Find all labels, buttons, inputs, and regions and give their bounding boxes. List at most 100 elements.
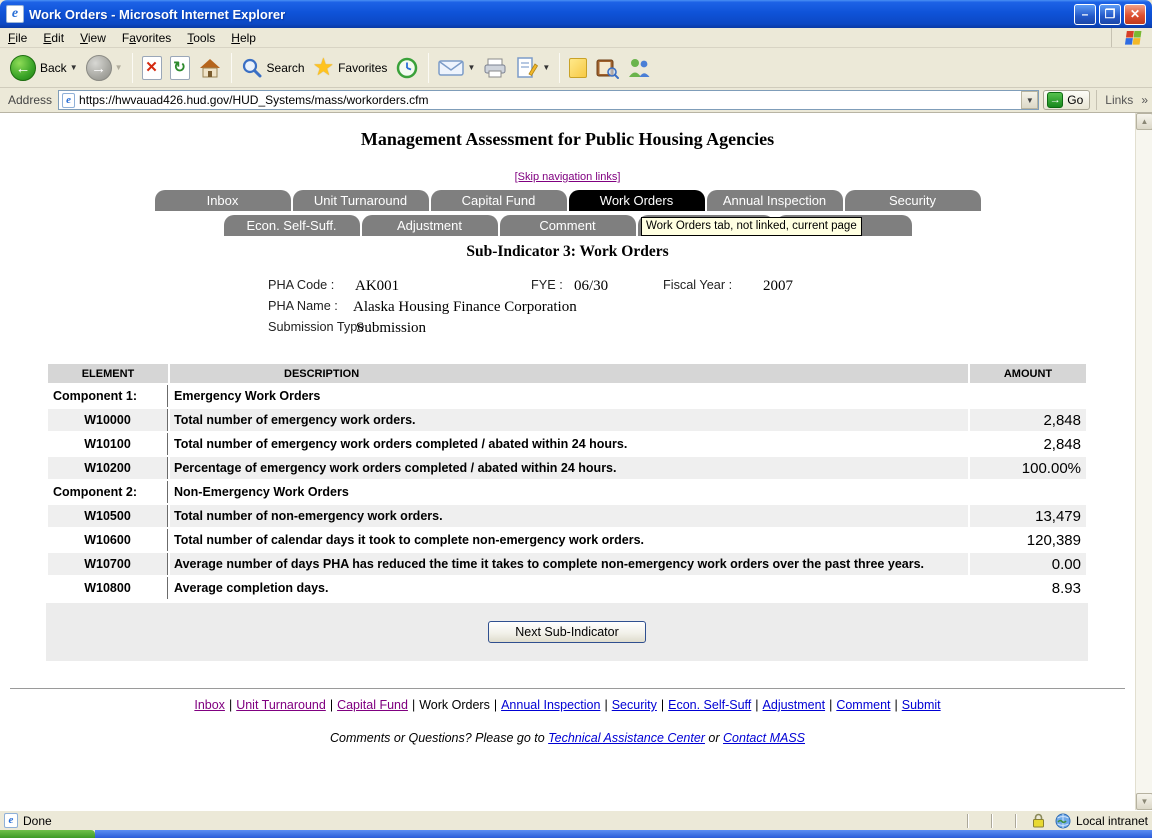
cell-element: W10200 xyxy=(48,457,168,479)
favorites-button[interactable]: ★ Favorites xyxy=(309,54,392,82)
print-icon xyxy=(483,57,507,79)
pha-code-value: AK001 xyxy=(355,278,399,295)
notes-button[interactable] xyxy=(565,56,591,80)
close-button[interactable]: ✕ xyxy=(1124,4,1146,25)
skip-navigation-link[interactable]: [Skip navigation links] xyxy=(515,171,621,183)
minimize-button[interactable]: – xyxy=(1074,4,1096,25)
tab-annual-inspection[interactable]: Annual Inspection xyxy=(707,190,843,211)
footer-link-unit-turnaround[interactable]: Unit Turnaround xyxy=(236,698,326,712)
research-button[interactable] xyxy=(591,55,623,81)
tab-work-orders[interactable]: Work Orders xyxy=(569,190,705,211)
menu-tools[interactable]: Tools xyxy=(179,29,223,47)
status-page-icon: e xyxy=(4,813,18,828)
links-chevron-icon[interactable]: » xyxy=(1141,93,1148,107)
tab-tooltip: Work Orders tab, not linked, current pag… xyxy=(641,217,862,236)
start-button-edge[interactable] xyxy=(0,830,95,838)
menu-view[interactable]: View xyxy=(72,29,114,47)
refresh-button[interactable]: ↻ xyxy=(166,54,194,82)
messenger-button[interactable] xyxy=(623,55,655,81)
footer-link-separator: | xyxy=(229,698,232,712)
footer-link-inbox[interactable]: Inbox xyxy=(194,698,225,712)
menu-favorites[interactable]: Favorites xyxy=(114,29,179,47)
scroll-up-icon[interactable]: ▲ xyxy=(1136,113,1152,130)
table-row: W10600Total number of calendar days it t… xyxy=(48,529,1086,551)
tab-inbox[interactable]: Inbox xyxy=(155,190,291,211)
browser-viewport: Management Assessment for Public Housing… xyxy=(0,113,1152,810)
vertical-scrollbar[interactable]: ▲ ▼ xyxy=(1135,113,1152,810)
cell-amount: 100.00% xyxy=(970,457,1086,479)
cell-description: Average number of days PHA has reduced t… xyxy=(170,553,968,575)
pha-code-label: PHA Code : xyxy=(268,278,334,292)
print-button[interactable] xyxy=(479,55,511,81)
address-url[interactable]: https://hwvauad426.hud.gov/HUD_Systems/m… xyxy=(79,93,1021,107)
windows-logo-icon xyxy=(1124,30,1142,46)
footer-link-capital-fund[interactable]: Capital Fund xyxy=(337,698,408,712)
tab-capital-fund[interactable]: Capital Fund xyxy=(431,190,567,211)
footer-link-security[interactable]: Security xyxy=(612,698,657,712)
history-button[interactable] xyxy=(391,54,423,82)
go-button[interactable]: → Go xyxy=(1043,90,1090,110)
cell-amount: 13,479 xyxy=(970,505,1086,527)
footer-link-separator: | xyxy=(494,698,497,712)
address-bar: Address e https://hwvauad426.hud.gov/HUD… xyxy=(0,88,1152,113)
cell-amount xyxy=(970,481,1086,503)
menu-file[interactable]: File xyxy=(0,29,35,47)
cell-amount: 8.93 xyxy=(970,577,1086,599)
forward-dropdown-icon[interactable]: ▼ xyxy=(115,63,123,72)
home-icon xyxy=(198,56,222,80)
tab-unit-turnaround[interactable]: Unit Turnaround xyxy=(293,190,429,211)
home-button[interactable] xyxy=(194,54,226,82)
sub-indicator-heading: Sub-Indicator 3: Work Orders xyxy=(0,243,1135,261)
cell-description: Non-Emergency Work Orders xyxy=(170,481,968,503)
local-intranet-icon xyxy=(1055,813,1071,829)
stop-icon: ✕ xyxy=(142,56,162,80)
search-button[interactable]: Search xyxy=(237,55,309,81)
footer-link-adjustment[interactable]: Adjustment xyxy=(763,698,826,712)
column-header-amount: AMOUNT xyxy=(970,364,1086,383)
table-footer-area: Next Sub-Indicator xyxy=(46,603,1088,661)
toolbar-separator xyxy=(132,53,133,83)
address-input[interactable]: e https://hwvauad426.hud.gov/HUD_Systems… xyxy=(58,90,1039,110)
address-label: Address xyxy=(8,93,52,107)
cell-element: Component 1: xyxy=(48,385,168,407)
cell-description: Average completion days. xyxy=(170,577,968,599)
links-toolbar[interactable]: Links » xyxy=(1096,90,1148,110)
mail-dropdown-icon[interactable]: ▼ xyxy=(467,63,475,72)
back-button[interactable]: ← Back ▼ xyxy=(6,53,82,83)
comments-line: Comments or Questions? Please go to Tech… xyxy=(0,731,1135,745)
stop-button[interactable]: ✕ xyxy=(138,54,166,82)
edit-dropdown-icon[interactable]: ▼ xyxy=(542,63,550,72)
tab-adjustment[interactable]: Adjustment xyxy=(362,215,498,236)
contact-mass-link[interactable]: Contact MASS xyxy=(723,731,805,745)
forward-button[interactable]: → ▼ xyxy=(82,53,127,83)
edit-button[interactable]: ▼ xyxy=(511,54,554,82)
next-sub-indicator-button[interactable]: Next Sub-Indicator xyxy=(488,621,646,643)
favorites-label: Favorites xyxy=(338,61,387,75)
cell-description: Total number of non-emergency work order… xyxy=(170,505,968,527)
toolbar-separator xyxy=(559,53,560,83)
tab-econ-self-suff[interactable]: Econ. Self-Suff. xyxy=(224,215,360,236)
footer-link-comment[interactable]: Comment xyxy=(836,698,890,712)
mail-button[interactable]: ▼ xyxy=(434,57,479,79)
menu-bar: FileEditViewFavoritesToolsHelp xyxy=(0,28,1152,48)
footer-link-submit[interactable]: Submit xyxy=(902,698,941,712)
work-orders-table: ELEMENT DESCRIPTION AMOUNT Component 1:E… xyxy=(46,362,1088,601)
lock-icon xyxy=(1032,813,1045,828)
tab-comment[interactable]: Comment xyxy=(500,215,636,236)
go-arrow-icon: → xyxy=(1047,92,1063,108)
footer-link-econ-self-suff[interactable]: Econ. Self-Suff xyxy=(668,698,751,712)
table-row: Component 1:Emergency Work Orders xyxy=(48,385,1086,407)
technical-assistance-link[interactable]: Technical Assistance Center xyxy=(548,731,705,745)
cell-element: W10700 xyxy=(48,553,168,575)
back-dropdown-icon[interactable]: ▼ xyxy=(70,63,78,72)
address-dropdown-icon[interactable]: ▼ xyxy=(1021,91,1038,109)
table-row: W10100Total number of emergency work ord… xyxy=(48,433,1086,455)
menu-edit[interactable]: Edit xyxy=(35,29,72,47)
menu-help[interactable]: Help xyxy=(223,29,264,47)
scroll-down-icon[interactable]: ▼ xyxy=(1136,793,1152,810)
restore-button[interactable]: ❐ xyxy=(1099,4,1121,25)
tab-security[interactable]: Security xyxy=(845,190,981,211)
pha-name-label: PHA Name : xyxy=(268,299,338,313)
forward-icon: → xyxy=(86,55,112,81)
footer-link-annual-inspection[interactable]: Annual Inspection xyxy=(501,698,600,712)
